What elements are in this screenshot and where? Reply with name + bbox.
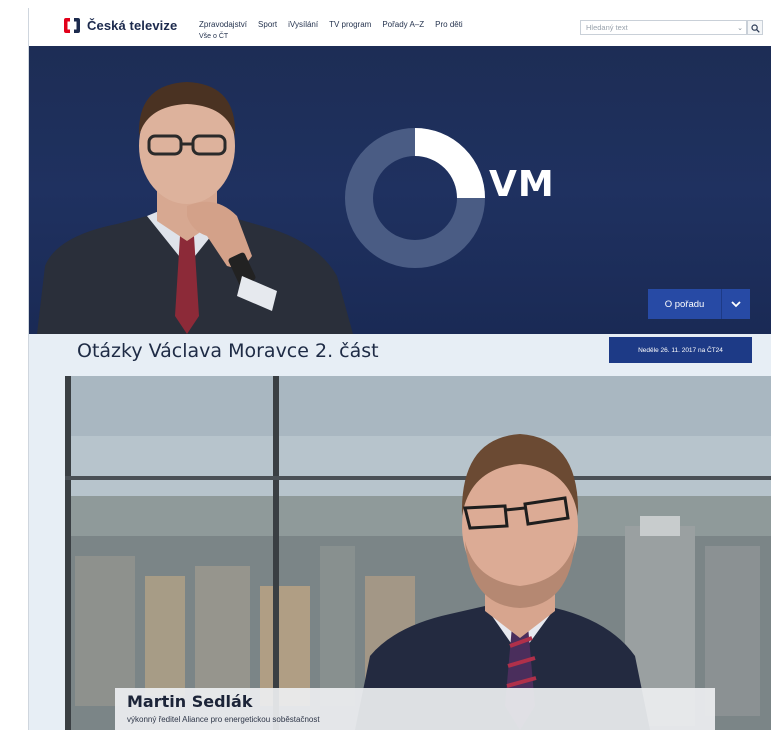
host-portrait-image: [37, 82, 353, 334]
guest-name: Martin Sedlák: [127, 692, 253, 711]
chevron-down-icon[interactable]: [722, 300, 750, 308]
nav-item-sport[interactable]: Sport: [258, 20, 277, 29]
chevron-down-icon[interactable]: ⌄: [734, 24, 746, 32]
search-input[interactable]: Hledaný text ⌄: [580, 20, 747, 35]
air-date-badge[interactable]: Neděle 26. 11. 2017 na ČT24: [609, 337, 752, 363]
guest-caption: Martin Sedlák výkonný ředitel Aliance pr…: [115, 688, 715, 730]
nav-item-vse-o-ct[interactable]: Vše o ČT: [199, 33, 228, 40]
site-name: Česká televize: [87, 18, 178, 33]
search-placeholder: Hledaný text: [586, 23, 628, 32]
main-menu: Zpravodajství Sport iVysílání TV program…: [199, 20, 474, 29]
search-button[interactable]: [747, 20, 763, 35]
ct-logo-icon: [63, 17, 81, 34]
site-logo[interactable]: Česká televize: [63, 17, 177, 34]
show-logo-ring-icon: [345, 128, 485, 268]
about-show-button[interactable]: O pořadu: [648, 289, 750, 319]
browser-page: Česká televize Zpravodajství Sport iVysí…: [28, 8, 771, 730]
search-icon: [750, 18, 760, 37]
show-hero-banner: VM O pořadu: [29, 46, 771, 334]
episode-title: Otázky Václava Moravce 2. část: [77, 340, 379, 362]
video-frame-image: [65, 376, 771, 730]
nav-item-pro-deti[interactable]: Pro děti: [435, 20, 463, 29]
about-show-label: O pořadu: [664, 298, 705, 310]
nav-item-zpravodajstvi[interactable]: Zpravodajství: [199, 20, 247, 29]
guest-role: výkonný ředitel Aliance pro energetickou…: [127, 715, 320, 724]
nav-item-porady-a-z[interactable]: Pořady A–Z: [382, 20, 424, 29]
nav-item-tv-program[interactable]: TV program: [329, 20, 371, 29]
top-navigation: Česká televize Zpravodajství Sport iVysí…: [29, 8, 771, 46]
video-player[interactable]: Martin Sedlák výkonný ředitel Aliance pr…: [65, 376, 771, 730]
nav-item-ivysilani[interactable]: iVysílání: [288, 20, 318, 29]
show-logo-text: VM: [489, 164, 555, 205]
